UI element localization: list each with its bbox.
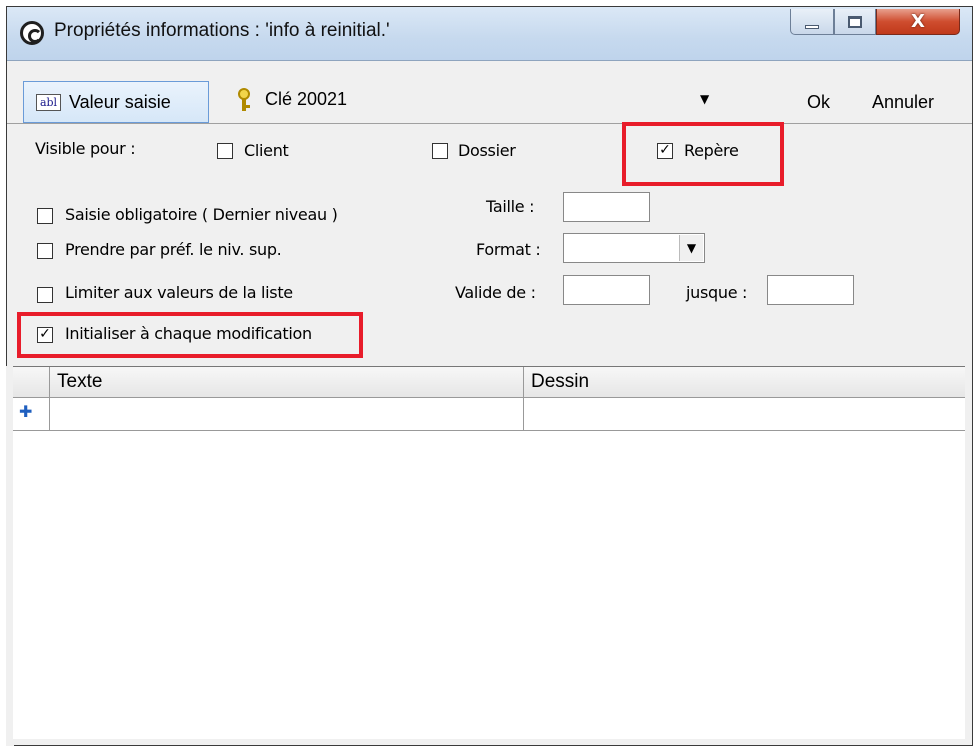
valeur-saisie-label: Valeur saisie: [69, 91, 171, 112]
title-bar[interactable]: Propriétés informations : 'info à reinit…: [7, 7, 972, 61]
valeur-saisie-button[interactable]: abl Valeur saisie: [23, 81, 209, 123]
jusque-input[interactable]: [767, 275, 854, 305]
format-label: Format :: [476, 240, 541, 259]
initialiser-highlight: [17, 312, 363, 358]
key-combo-value[interactable]: Clé 20021: [265, 89, 347, 110]
options-panel: Visible pour : Client Dossier ✓ Repère S…: [7, 122, 972, 373]
text-field-icon: abl: [36, 93, 61, 111]
prendre-pref-checkbox[interactable]: [37, 243, 53, 259]
saisie-obligatoire-label: Saisie obligatoire ( Dernier niveau ): [65, 205, 338, 224]
minimize-icon: [805, 24, 819, 29]
dossier-checkbox[interactable]: [432, 143, 448, 159]
column-header-texte[interactable]: Texte: [57, 371, 102, 393]
maximize-button[interactable]: [834, 9, 876, 35]
minimize-button[interactable]: [790, 9, 834, 35]
valide-de-label: Valide de :: [455, 283, 536, 302]
toolbar: abl Valeur saisie Clé 20021 ▼ Ok Annuler: [7, 62, 972, 124]
prendre-pref-label: Prendre par préf. le niv. sup.: [65, 240, 282, 259]
dossier-label: Dossier: [458, 141, 516, 160]
column-header-dessin[interactable]: Dessin: [531, 371, 589, 393]
saisie-obligatoire-checkbox[interactable]: [37, 208, 53, 224]
key-icon: [237, 88, 251, 112]
client-label: Client: [244, 141, 289, 160]
taille-input[interactable]: [563, 192, 650, 222]
limiter-valeurs-label: Limiter aux valeurs de la liste: [65, 283, 293, 302]
ok-button[interactable]: Ok: [807, 92, 830, 113]
window-title: Propriétés informations : 'info à reinit…: [54, 20, 390, 41]
values-grid[interactable]: Texte Dessin ✚: [13, 366, 965, 739]
taille-label: Taille :: [486, 197, 535, 216]
maximize-icon: [848, 15, 862, 28]
add-row-icon[interactable]: ✚: [19, 402, 32, 421]
visible-pour-label: Visible pour :: [35, 139, 136, 158]
client-checkbox[interactable]: [217, 143, 233, 159]
repere-highlight: [622, 122, 784, 186]
chevron-down-icon[interactable]: ▼: [700, 92, 709, 106]
grid-header: Texte Dessin: [13, 367, 965, 398]
app-icon: [20, 21, 44, 45]
limiter-valeurs-checkbox[interactable]: [37, 287, 53, 303]
chevron-down-icon[interactable]: ▼: [679, 235, 703, 261]
valide-de-input[interactable]: [563, 275, 650, 305]
cancel-button[interactable]: Annuler: [872, 92, 934, 113]
close-button[interactable]: X: [876, 9, 960, 35]
format-select[interactable]: ▼: [563, 233, 705, 263]
close-icon: X: [911, 11, 925, 32]
new-row-bottom-border: [13, 430, 965, 431]
jusque-label: jusque :: [686, 283, 748, 302]
